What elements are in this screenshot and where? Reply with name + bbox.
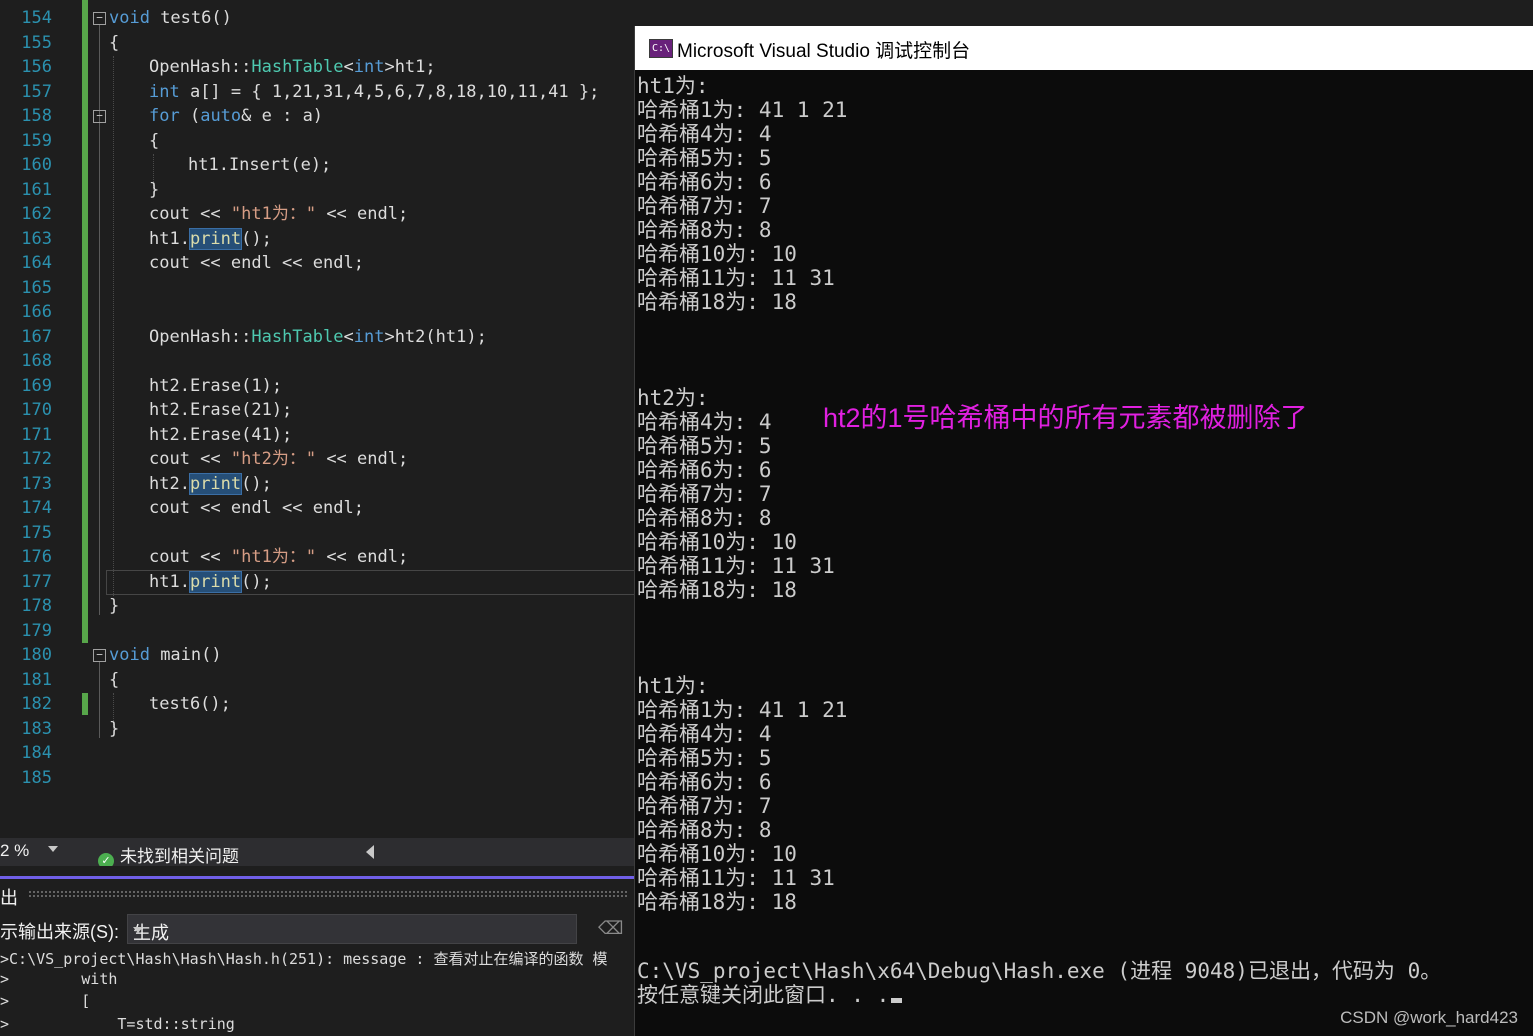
line-number: 179 (21, 620, 52, 641)
collapse-toggle[interactable]: − (93, 110, 106, 123)
line-number: 174 (21, 498, 52, 518)
line-number: 155 (21, 32, 52, 53)
console-line: 哈希桶18为: 18 (637, 290, 797, 314)
line-number: 164 (21, 253, 52, 273)
console-title-bar[interactable]: C:\ Microsoft Visual Studio 调试控制台 (635, 26, 1533, 70)
code-line-155[interactable]: { (109, 31, 119, 56)
line-number: 167 (21, 326, 52, 347)
line-number: 183 (21, 718, 52, 739)
code-line-176[interactable]: cout << "ht1为：" << endl; (149, 545, 408, 570)
code-editor[interactable]: 154 155 156 157 158 159 160 161 162 163 164 165 166 1… (0, 0, 636, 838)
output-pane: 出 示输出来源(S): 生成 ⌫ >C:\VS_project\Hash\Has… (0, 866, 636, 1036)
collapse-toggle[interactable]: − (93, 12, 106, 25)
code-line-183[interactable]: } (109, 717, 119, 742)
code-line-167[interactable]: OpenHash::HashTable<int>ht2(ht1); (149, 325, 487, 350)
code-line-177[interactable]: ht1.print(); (149, 570, 272, 595)
fold-guide (99, 662, 100, 738)
line-number: 166 (21, 302, 52, 322)
code-line-170[interactable]: ht2.Erase(21); (149, 398, 292, 423)
line-number: 178 (21, 596, 52, 616)
zoom-dropdown[interactable]: 2 % (0, 841, 62, 863)
collapse-toggle[interactable]: − (93, 649, 106, 662)
line-number: 171 (21, 424, 52, 445)
code-line-157[interactable]: int a[] = { 1,21,31,4,5,6,7,8,18,10,11,4… (149, 80, 599, 105)
line-number: 176 (21, 547, 52, 567)
code-line-163[interactable]: ht1.print(); (149, 227, 272, 252)
chevron-down-icon (48, 846, 58, 852)
line-number: 180 (21, 645, 52, 665)
line-number: 165 (21, 277, 52, 298)
code-line-169[interactable]: ht2.Erase(1); (149, 374, 282, 399)
issues-indicator[interactable]: ✓ 未找到相关问题 (98, 842, 239, 869)
editor-status-bar: 2 % ✓ 未找到相关问题 (0, 838, 636, 869)
output-line: > [ (0, 992, 91, 1010)
console-line: 哈希桶18为: 18 (637, 578, 797, 602)
line-number: 158 (21, 106, 52, 126)
console-cursor (891, 998, 903, 1003)
code-line-156[interactable]: OpenHash::HashTable<int>ht1; (149, 55, 436, 80)
pane-drag-grip[interactable] (28, 890, 628, 898)
output-line: >C:\VS_project\Hash\Hash\Hash.h(251): me… (0, 950, 608, 968)
line-number: 182 (21, 694, 52, 714)
change-indicator-bar (82, 693, 88, 715)
output-source-dropdown[interactable]: 生成 (127, 914, 577, 944)
output-line: > with (0, 970, 118, 988)
chevron-down-icon (133, 927, 143, 933)
code-line-154[interactable]: void test6() (109, 6, 232, 31)
line-number: 184 (21, 743, 52, 763)
scroll-left-arrow-icon[interactable] (366, 845, 374, 859)
indent-guide (113, 56, 114, 596)
console-app-icon: C:\ (649, 39, 673, 58)
console-title: Microsoft Visual Studio 调试控制台 (677, 41, 971, 62)
line-number: 160 (21, 155, 52, 175)
zoom-level: 2 % (0, 841, 30, 860)
console-line: 哈希桶18为: 18 (637, 890, 797, 914)
code-line-158[interactable]: for (auto& e : a) (149, 104, 323, 129)
code-line-174[interactable]: cout << endl << endl; (149, 496, 364, 521)
code-line-173[interactable]: ht2.print(); (149, 472, 272, 497)
line-number: 161 (21, 179, 52, 200)
line-number: 154 (21, 8, 52, 28)
code-line-160[interactable]: ht1.Insert(e); (188, 153, 331, 178)
console-line: 按任意键关闭此窗口. . . (637, 979, 903, 1009)
output-source-label: 示输出来源(S): (0, 922, 119, 942)
output-pane-title: 出 (0, 888, 18, 908)
code-line-162[interactable]: cout << "ht1为：" << endl; (149, 202, 408, 227)
line-number: 173 (21, 473, 52, 494)
line-number: 177 (21, 571, 52, 592)
line-number: 169 (21, 375, 52, 396)
output-line: > T=std::string (0, 1015, 235, 1033)
issues-text: 未找到相关问题 (120, 847, 239, 866)
line-number: 163 (21, 228, 52, 249)
line-number: 175 (21, 522, 52, 543)
line-number: 170 (21, 400, 52, 420)
code-line-181[interactable]: { (109, 668, 119, 693)
code-line-161[interactable]: } (149, 178, 159, 203)
line-number: 168 (21, 351, 52, 371)
line-number: 162 (21, 204, 52, 224)
code-line-180[interactable]: void main() (109, 643, 222, 668)
line-number: 159 (21, 130, 52, 151)
line-number: 172 (21, 449, 52, 469)
code-line-182[interactable]: test6(); (149, 692, 231, 717)
line-number: 181 (21, 669, 52, 690)
pane-active-indicator (0, 876, 636, 879)
line-number: 156 (21, 57, 52, 77)
debug-console-window[interactable]: C:\ Microsoft Visual Studio 调试控制台 ht1为: 哈… (634, 26, 1533, 1036)
code-line-164[interactable]: cout << endl << endl; (149, 251, 364, 276)
code-line-159[interactable]: { (149, 129, 159, 154)
code-line-171[interactable]: ht2.Erase(41); (149, 423, 292, 448)
annotation-text: ht2的1号哈希桶中的所有元素都被删除了 (823, 403, 1308, 433)
line-number: 157 (21, 81, 52, 102)
watermark: CSDN @work_hard423 (1340, 1008, 1518, 1027)
code-line-172[interactable]: cout << "ht2为：" << endl; (149, 447, 408, 472)
change-indicator-bar (82, 0, 88, 643)
line-number: 185 (21, 767, 52, 788)
code-line-178[interactable]: } (109, 594, 119, 619)
clear-output-icon[interactable]: ⌫ (598, 918, 623, 942)
